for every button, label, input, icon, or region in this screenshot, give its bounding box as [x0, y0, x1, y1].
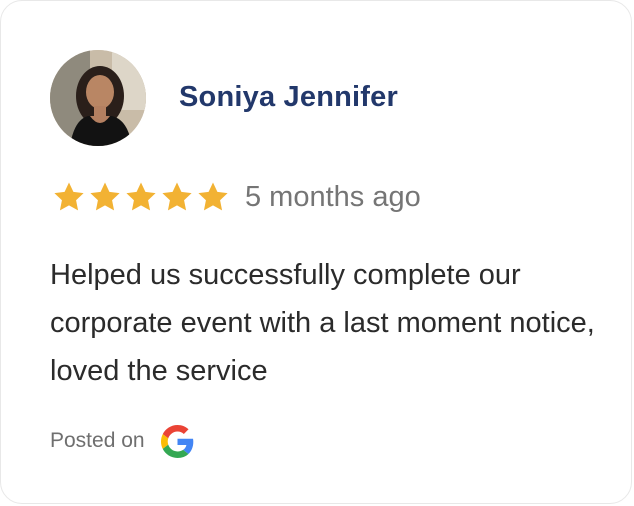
star-icon: [126, 182, 156, 211]
review-text: Helped us successfully complete our corp…: [50, 259, 595, 387]
star-icon: [162, 182, 192, 211]
star-icon: [54, 182, 84, 211]
posted-on: Posted on: [50, 423, 194, 459]
rating-row: 5 months ago: [52, 177, 421, 217]
review-time: 5 months ago: [245, 180, 421, 213]
star-icon: [90, 182, 120, 211]
review-card: Soniya Jennifer 5 months ago Helped us s…: [0, 0, 632, 504]
star-rating: [52, 180, 232, 214]
reviewer-name[interactable]: Soniya Jennifer: [179, 81, 398, 114]
star-icon: [198, 182, 228, 211]
google-logo-icon[interactable]: [160, 424, 194, 458]
posted-on-label: Posted on: [50, 429, 145, 452]
reviewer-avatar: [50, 50, 146, 146]
